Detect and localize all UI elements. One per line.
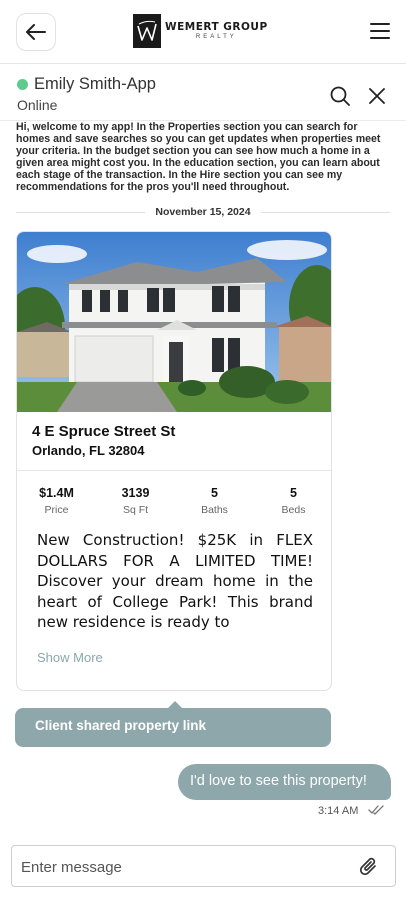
message-list[interactable]: Hi, welcome to my app! In the Properties… — [0, 122, 406, 840]
brand-name: WEMERT GROUP — [165, 20, 268, 33]
top-app-bar: WEMERT GROUP REALTY — [0, 0, 406, 64]
stat-value: $1.4M — [39, 486, 74, 500]
show-more-link[interactable]: Show More — [37, 650, 103, 665]
card-divider — [17, 470, 331, 471]
bubble-pointer — [168, 701, 182, 708]
back-button[interactable] — [16, 13, 56, 51]
stat-price: $1.4M Price — [17, 486, 96, 516]
outgoing-message-bubble: I'd love to see this property! — [178, 764, 391, 800]
brand-subtitle: REALTY — [195, 34, 237, 41]
stat-label: Beds — [281, 504, 306, 516]
property-address-line2: Orlando, FL 32804 — [32, 443, 145, 458]
search-icon — [330, 86, 350, 106]
contact-name: Emily Smith-App — [34, 75, 156, 93]
hamburger-menu-button[interactable] — [370, 22, 390, 40]
logo-icon — [133, 14, 161, 48]
property-photo[interactable] — [17, 232, 332, 412]
stat-value: 5 — [211, 486, 218, 500]
message-input[interactable] — [21, 856, 341, 878]
chat-search-button[interactable] — [329, 85, 351, 107]
double-check-icon — [368, 805, 384, 815]
stat-label: Price — [44, 504, 69, 516]
date-separator: November 15, 2024 — [16, 204, 390, 220]
welcome-message: Hi, welcome to my app! In the Properties… — [16, 122, 381, 193]
stat-baths: 5 Baths — [175, 486, 254, 516]
stat-label: Sq Ft — [122, 504, 149, 516]
property-card[interactable]: 4 E Spruce Street St Orlando, FL 32804 $… — [16, 231, 332, 691]
close-icon — [369, 88, 385, 104]
property-description: New Construction! $25K in FLEX DOLLARS F… — [37, 531, 313, 632]
online-status-dot — [17, 79, 28, 90]
attach-button[interactable] — [359, 856, 379, 878]
shared-link-bubble: Client shared property link — [15, 708, 331, 747]
paperclip-icon — [359, 857, 376, 876]
stat-value: 3139 — [121, 486, 150, 500]
brand-logo: WEMERT GROUP REALTY — [133, 14, 268, 48]
stat-sqft: 3139 Sq Ft — [96, 486, 175, 516]
chat-header: Emily Smith-App Online — [0, 65, 406, 121]
back-arrow-icon — [26, 24, 46, 40]
date-label: November 15, 2024 — [155, 206, 251, 218]
stat-label: Baths — [201, 504, 228, 516]
property-address-line1: 4 E Spruce Street St — [32, 423, 176, 440]
chat-close-button[interactable] — [367, 86, 387, 106]
hamburger-menu-icon — [370, 23, 390, 39]
message-timestamp: 3:14 AM — [318, 805, 359, 817]
outgoing-message-text: I'd love to see this property! — [190, 773, 367, 789]
contact-status: Online — [17, 97, 58, 113]
property-stats: $1.4M Price 3139 Sq Ft 5 Baths 5 Beds — [17, 486, 331, 516]
stat-value: 5 — [290, 486, 297, 500]
message-composer — [11, 845, 396, 887]
stat-beds: 5 Beds — [254, 486, 331, 516]
shared-link-label: Client shared property link — [35, 718, 207, 733]
